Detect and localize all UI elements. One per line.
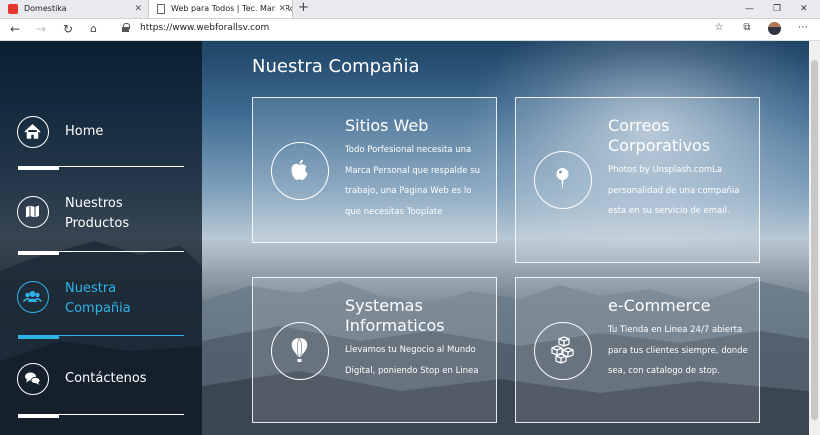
nav-label-compania: Nuestra Compañia xyxy=(65,281,131,316)
nav-progress-bar xyxy=(18,335,59,339)
favorites-star-icon[interactable]: ☆ xyxy=(713,22,725,34)
chat-icon xyxy=(17,363,49,395)
card-description: Tu Tienda en Linea 24/7 abierta para tus… xyxy=(608,325,748,376)
close-tab-icon[interactable]: ✕ xyxy=(134,0,142,18)
nav-progress-bar xyxy=(18,414,59,418)
map-icon xyxy=(17,196,49,228)
service-card-systemas[interactable]: Systemas Informaticos Llevamos tu Negoci… xyxy=(252,277,497,423)
new-tab-button[interactable]: + xyxy=(298,0,309,16)
nav-progress-bar xyxy=(18,166,59,170)
nav-item-contactenos[interactable]: Contáctenos xyxy=(0,363,202,423)
home-icon xyxy=(17,116,49,148)
profile-avatar[interactable] xyxy=(768,22,781,35)
card-title: e-Commerce xyxy=(608,296,711,315)
apple-icon xyxy=(271,142,329,200)
cubes-icon xyxy=(534,322,592,380)
browser-toolbar: ← → ↻ ⌂ https://www.webforallsv.com ☆ ⧉ … xyxy=(0,19,820,41)
nav-item-productos[interactable]: Nuestros Productos xyxy=(0,194,202,259)
address-bar[interactable]: https://www.webforallsv.com xyxy=(140,23,269,33)
nav-item-home[interactable]: Home xyxy=(0,116,202,176)
page-icon xyxy=(157,4,165,14)
reload-button[interactable]: ↻ xyxy=(63,21,73,37)
back-button[interactable]: ← xyxy=(10,21,20,37)
forward-button[interactable]: → xyxy=(36,21,46,37)
service-card-sitios-web[interactable]: Sitios Web Todo Porfesional necesita una… xyxy=(252,97,497,243)
card-description: Llevamos tu Negocio al Mundo Digital, po… xyxy=(345,345,479,376)
service-card-ecommerce[interactable]: e-Commerce Tu Tienda en Linea 24/7 abier… xyxy=(515,277,760,423)
nav-item-compania[interactable]: Nuestra Compañia xyxy=(0,279,202,344)
card-description: Todo Porfesional necesita una Marca Pers… xyxy=(345,145,481,217)
home-button[interactable]: ⌂ xyxy=(90,21,97,37)
users-icon xyxy=(17,281,49,313)
tab-webforall[interactable]: Web para Todos | Tec. Mario Rob ✕ xyxy=(148,0,293,18)
balloon-icon xyxy=(271,322,329,380)
service-card-correos[interactable]: Correos Corporativos Photos by Unsplash.… xyxy=(515,97,760,263)
domestika-icon xyxy=(8,4,18,14)
tab-label: Web para Todos | Tec. Mario Rob xyxy=(171,4,293,13)
tab-domestika[interactable]: Domestika ✕ xyxy=(0,0,148,18)
card-title: Correos Corporativos xyxy=(608,116,711,155)
scrollbar-thumb[interactable] xyxy=(811,60,818,420)
tab-label: Domestika xyxy=(24,4,67,13)
nav-label-contactenos: Contáctenos xyxy=(65,371,147,386)
close-window-button[interactable]: ✕ xyxy=(800,0,808,18)
card-title: Sitios Web xyxy=(345,116,429,135)
minimize-button[interactable]: — xyxy=(745,0,754,18)
sidebar: Home Nuestros Productos Nuestra Compañia xyxy=(0,41,202,435)
nav-progress-bar xyxy=(18,251,59,255)
nav-label-home: Home xyxy=(65,124,104,139)
collections-icon[interactable]: ⧉ xyxy=(741,22,753,34)
card-title: Systemas Informaticos xyxy=(345,296,445,335)
webpage: Home Nuestros Productos Nuestra Compañia xyxy=(0,41,809,435)
close-tab-icon[interactable]: ✕ xyxy=(276,0,286,18)
tab-bar: Domestika ✕ Web para Todos | Tec. Mario … xyxy=(0,0,820,19)
nav-label-productos: Nuestros Productos xyxy=(65,196,130,231)
card-description: Photos by Unsplash.comLa personalidad de… xyxy=(608,165,740,216)
maximize-button[interactable]: ❐ xyxy=(773,0,781,18)
lock-icon xyxy=(122,23,130,32)
pin-icon xyxy=(534,151,592,209)
more-menu-icon[interactable]: ⋯ xyxy=(797,22,809,34)
page-title: Nuestra Compañia xyxy=(252,56,420,77)
